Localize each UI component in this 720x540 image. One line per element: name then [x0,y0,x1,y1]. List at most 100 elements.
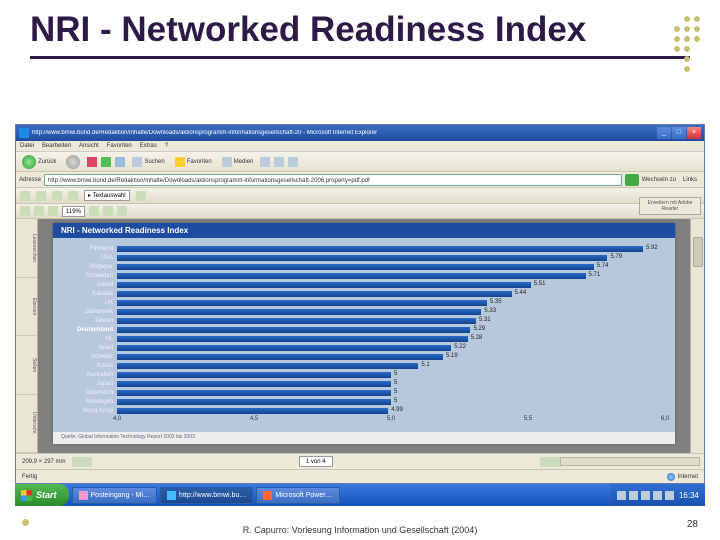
bar-label: Singapur [59,264,117,270]
mail-icon[interactable] [52,191,62,201]
zoom-in-icon[interactable] [34,206,44,216]
bar-fill [117,327,470,333]
menu-item[interactable]: ? [165,143,168,149]
bar-fill [117,264,594,270]
save-icon[interactable] [20,191,30,201]
bar-value: 4.99 [391,407,403,413]
page-indicator[interactable]: 1 von 4 [299,456,333,467]
find-icon[interactable] [68,191,78,201]
bar-track: 5.28 [117,336,665,342]
tray-icon[interactable] [617,491,626,500]
next-page-icon[interactable] [540,457,550,467]
start-button[interactable]: Start [15,484,69,506]
chart-bar-row: Japan5 [59,380,665,388]
side-tab[interactable]: Seiten [16,336,37,395]
pdf-page: NRI - Networked Readiness Index Finnland… [53,223,675,444]
print-icon[interactable] [288,157,298,167]
fit-width-icon[interactable] [89,206,99,216]
horizontal-scrollbar[interactable] [560,457,700,466]
close-button[interactable]: × [687,127,701,139]
scrollbar-thumb[interactable] [693,237,703,267]
menu-item[interactable]: Extras [140,143,157,149]
tray-icon[interactable] [653,491,662,500]
go-button[interactable] [625,174,639,186]
bar-fill [117,246,643,252]
page-wrap[interactable]: NRI - Networked Readiness Index Finnland… [38,219,690,453]
media-button[interactable]: Medien [219,156,257,168]
chart-title: NRI - Networked Readiness Index [53,223,675,238]
rotate-icon[interactable] [117,206,127,216]
menu-item[interactable]: Datei [20,143,34,149]
refresh-icon[interactable] [101,157,111,167]
chart-bar-row: Singapur5.74 [59,263,665,271]
bar-track: 5 [117,381,665,387]
fit-page-icon[interactable] [103,206,113,216]
side-tab[interactable]: Ebenen [16,278,37,337]
pdf-side-tabs: Lesezeichen Ebenen Seiten Unterschr. [16,219,38,453]
print-icon[interactable] [36,191,46,201]
taskbar-item[interactable]: Posteingang - Mi… [72,487,158,504]
zoom-out-icon[interactable] [48,206,58,216]
zoom-field[interactable]: 119% [62,206,85,217]
bar-fill [117,273,586,279]
bar-value: 5 [394,389,397,395]
taskbar-item[interactable]: Microsoft Power… [256,487,339,504]
ie-toolbar: Zurück Suchen Favoriten Medien [16,152,704,172]
hand-icon[interactable] [20,206,30,216]
bar-track: 5.44 [117,291,665,297]
minimize-button[interactable]: _ [657,127,671,139]
tray-icon[interactable] [665,491,674,500]
mail-icon[interactable] [274,157,284,167]
search-icon [132,157,142,167]
bar-track: 5 [117,372,665,378]
favorites-button[interactable]: Favoriten [172,156,215,168]
bar-fill [117,390,391,396]
ie-titlebar[interactable]: http://www.bmwi.bund.de/Redaktion/Inhalt… [16,125,704,141]
bar-fill [117,300,487,306]
side-tab[interactable]: Unterschr. [16,395,37,454]
links-label[interactable]: Links [679,177,701,183]
back-button[interactable]: Zurück [19,154,59,170]
bar-label: Korea [59,363,117,369]
text-select-tool[interactable]: ▸ Textauswahl [84,190,130,201]
chart-source: Quelle: Global Information Technology Re… [53,432,675,444]
address-input[interactable]: http://www.bmwi.bund.de/Redaktion/Inhalt… [44,174,622,186]
prev-page-icon[interactable] [82,457,92,467]
bar-fill [117,345,451,351]
bar-value: 5.79 [610,254,622,260]
snapshot-icon[interactable] [136,191,146,201]
chart-bar-row: Australien5 [59,371,665,379]
ie-icon [167,491,176,500]
bar-value: 5 [394,371,397,377]
history-icon[interactable] [260,157,270,167]
vertical-scrollbar[interactable] [690,219,704,453]
forward-button[interactable] [63,154,83,170]
stop-icon[interactable] [87,157,97,167]
bar-fill [117,408,388,414]
adobe-status-bar: 209,9 × 297 mm 1 von 4 [16,453,704,469]
chart-bar-row: Kanada5.44 [59,290,665,298]
bar-label: Taiwan [59,318,117,324]
last-page-icon[interactable] [550,457,560,467]
tray-icon[interactable] [629,491,638,500]
first-page-icon[interactable] [72,457,82,467]
chart-bar-row: Deutschland5.29 [59,326,665,334]
tray-icon[interactable] [641,491,650,500]
taskbar-item[interactable]: http://www.bmwi.bu… [160,487,253,504]
maximize-button[interactable]: □ [672,127,686,139]
side-tab[interactable]: Lesezeichen [16,219,37,278]
search-button[interactable]: Suchen [129,156,167,168]
menu-item[interactable]: Favoriten [107,143,132,149]
menu-item[interactable]: Ansicht [79,143,99,149]
adobe-side-panel[interactable]: Erweitern mit Adobe Reader [639,197,701,215]
chart-bar-row: NL5.28 [59,335,665,343]
bar-fill [117,381,391,387]
bar-label: UK [59,300,117,306]
home-icon[interactable] [115,157,125,167]
security-zone: Internet [661,473,704,481]
bar-label: Hong Kong [59,408,117,414]
axis-tick: 5,5 [524,416,532,422]
menu-item[interactable]: Bearbeiten [42,143,71,149]
clock[interactable]: 16:34 [677,491,699,500]
app-icon [79,491,88,500]
